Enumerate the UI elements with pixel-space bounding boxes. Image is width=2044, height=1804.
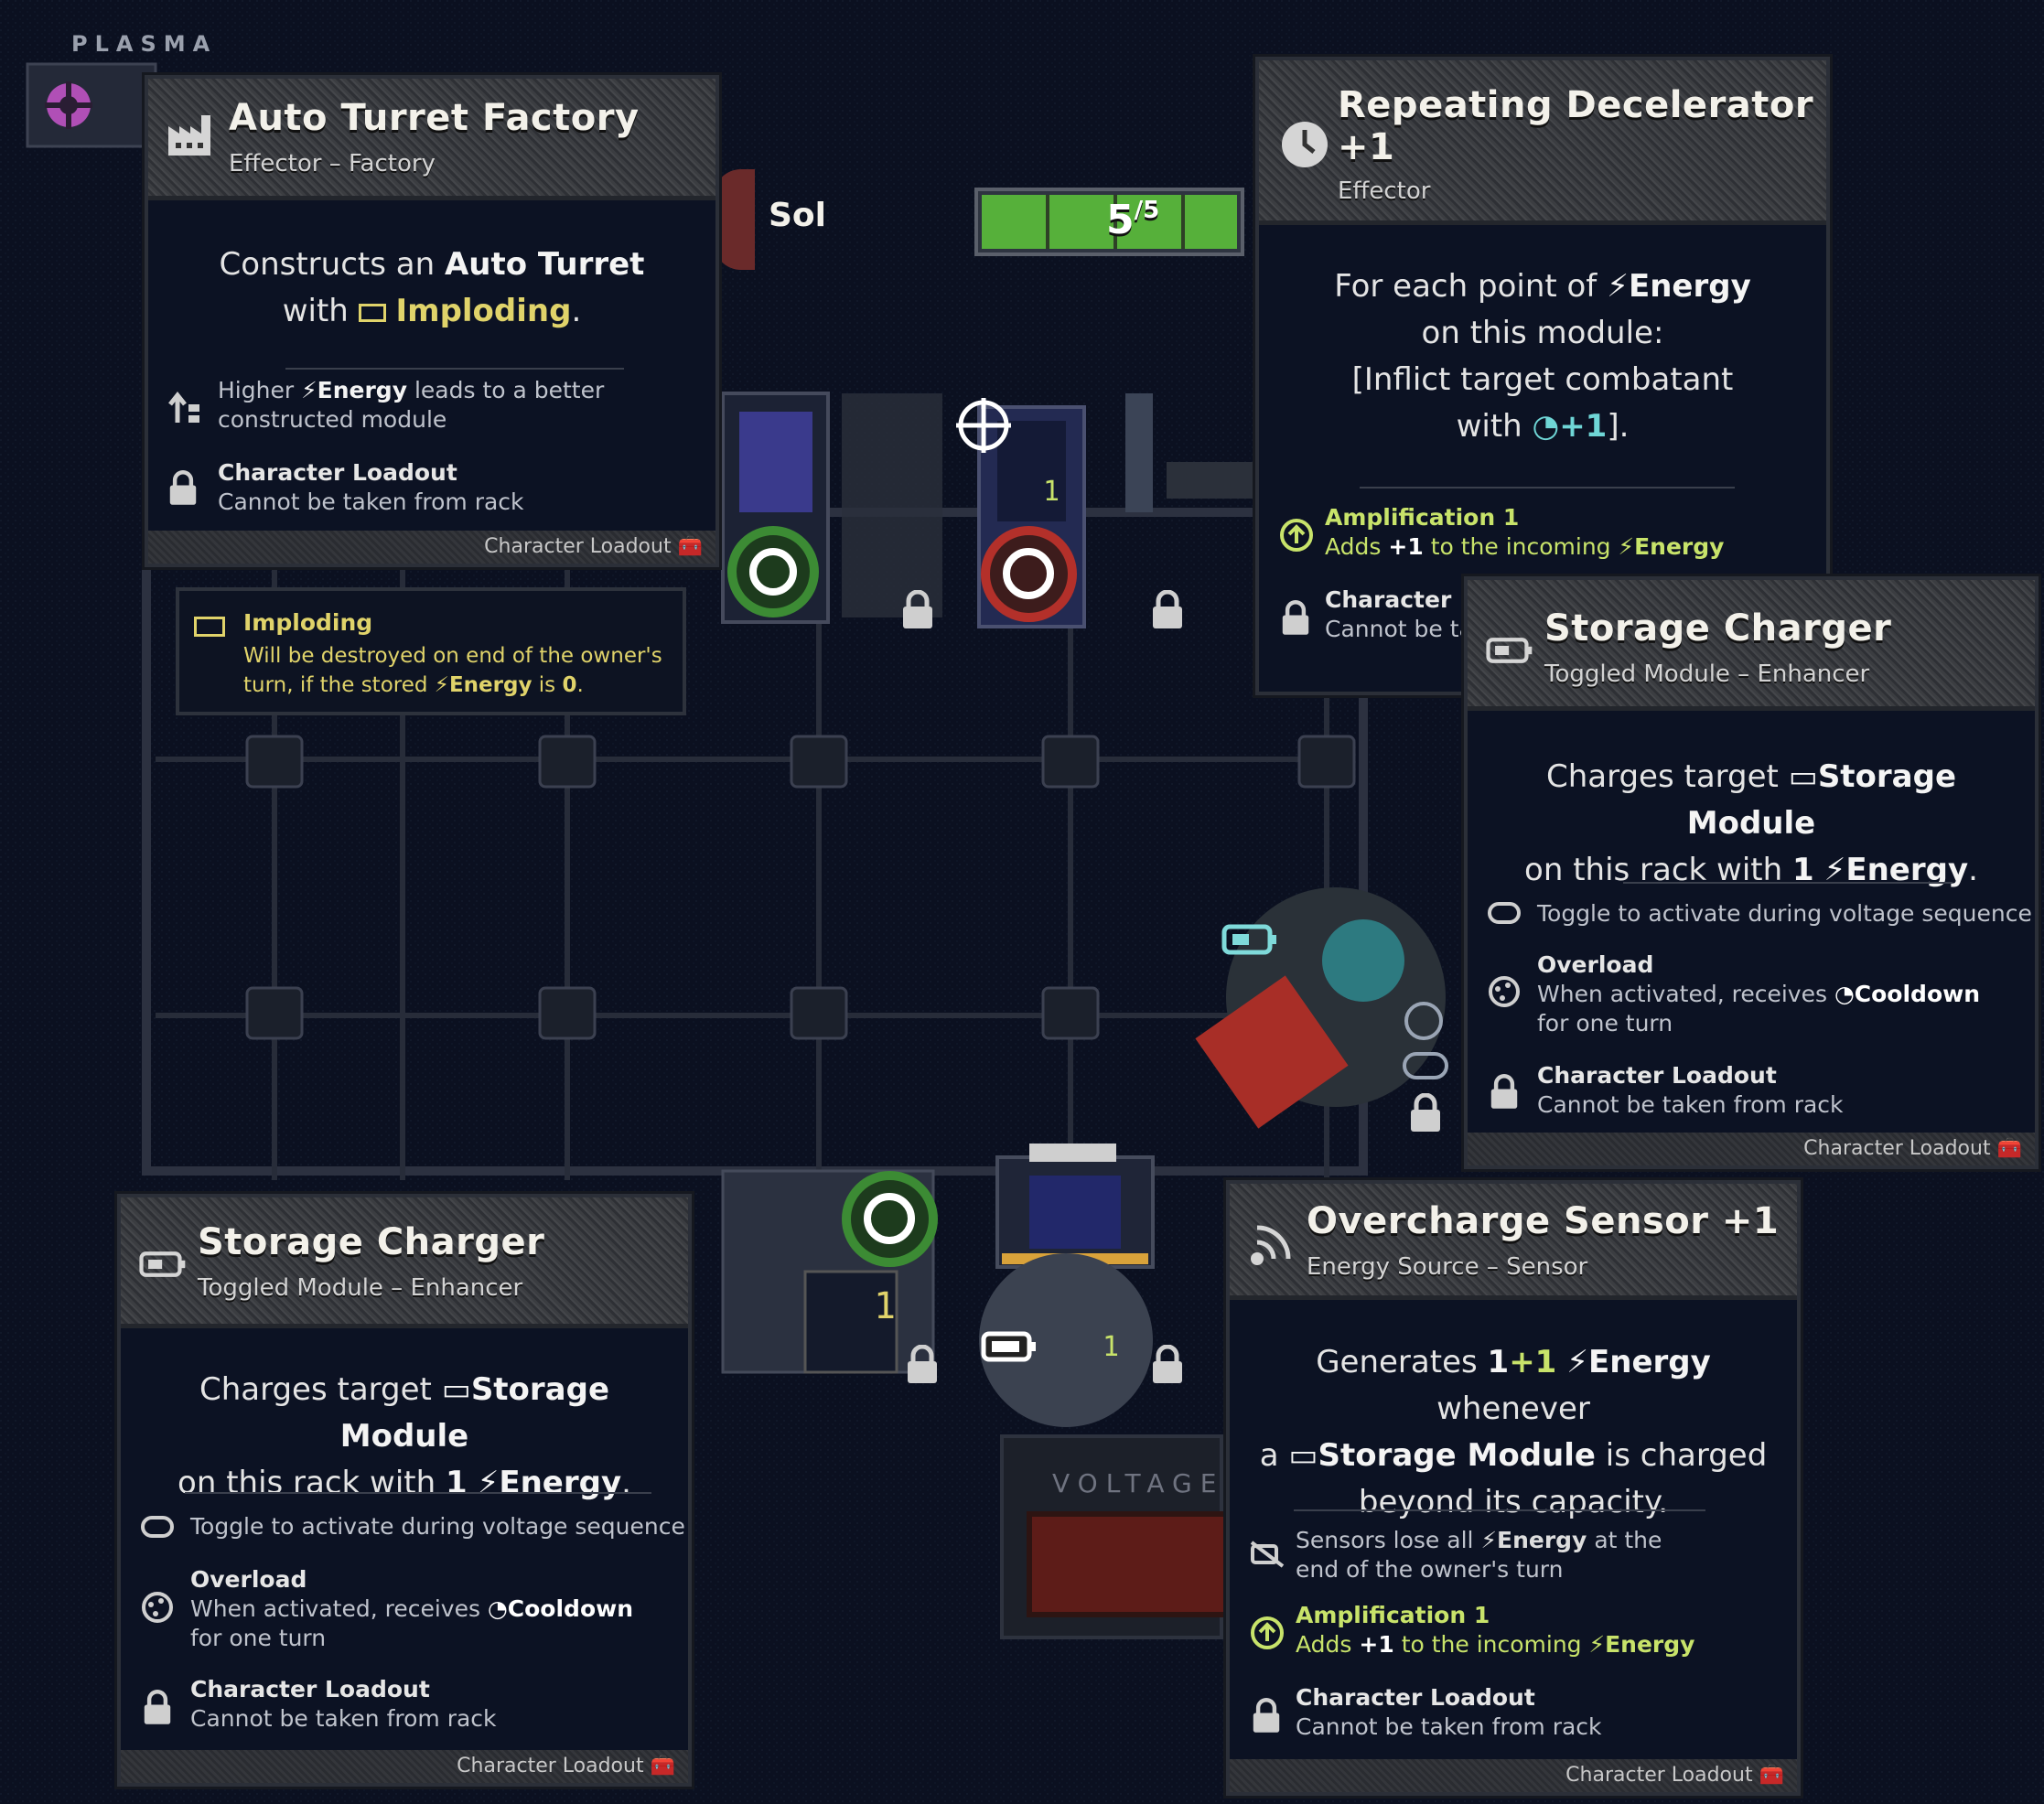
toolbox-icon: 🧰 [1996,1137,2022,1160]
energy-bar: 5/5 [974,188,1244,256]
lock-icon [906,1344,939,1389]
tooltip-text: Will be destroyed on end of the owner's … [243,644,662,697]
energy-scaling-note: Higher ⚡Energy leads to a better constru… [218,377,605,433]
module-counter: 1 [1103,1331,1120,1363]
energy-max: /5 [1134,197,1160,224]
loadout-note: Character Loadout Cannot be taken from r… [1537,1062,1844,1118]
card-subtitle: Toggled Module – Enhancer [198,1274,523,1302]
tooltip-title: Imploding [243,609,373,636]
overload-note: Overload When activated, receives ◔Coold… [1537,951,1981,1036]
loadout-note: Character Loadout Cannot be taken from r… [1296,1684,1602,1740]
target-crosshair-icon[interactable] [956,398,1011,453]
lock-icon [1281,600,1310,640]
module-counter: 1 [874,1285,897,1327]
card-storage-charger-right: Storage Charger Toggled Module – Enhance… [1464,576,2039,1169]
card-footer: Character Loadout 🧰 [121,1750,688,1783]
sensor-note: Sensors lose all ⚡Energy at the end of t… [1296,1527,1662,1583]
amplification-icon [1279,518,1314,556]
card-description: Charges target ▭Storage Module on this r… [178,1371,631,1501]
lock-icon [168,470,198,510]
lock-icon [1151,1344,1184,1389]
plasma-label: PLASMA [71,31,218,57]
card-description: Generates 1+1 ⚡Energy whenever a ▭Storag… [1259,1344,1768,1520]
signal-icon [1248,1220,1296,1272]
card-overcharge-sensor: Overcharge Sensor +1 Energy Source – Sen… [1226,1180,1801,1796]
toggle-note: Toggle to activate during voltage sequen… [1537,900,2032,927]
card-footer: Character Loadout 🧰 [1230,1759,1797,1792]
card-description: Constructs an Auto Turret with Imploding… [219,246,645,329]
toolbox-icon: 🧰 [650,1755,675,1777]
lock-icon [1409,1092,1442,1137]
card-description: Charges target ▭Storage Module on this r… [1524,758,1978,888]
energy-current: 5 [1106,197,1135,243]
amplification-note: Amplification 1 Adds +1 to the incoming … [1325,504,1725,560]
cooldown-icon [1488,975,1521,1012]
card-subtitle: Effector [1338,177,1431,205]
imploding-icon [358,303,386,322]
toggle-icon [1488,902,1521,924]
overload-note: Overload When activated, receives ◔Coold… [190,1566,634,1651]
card-title: Overcharge Sensor +1 [1307,1200,1780,1242]
card-subtitle: Effector – Factory [229,150,436,177]
card-footer: Character Loadout 🧰 [1468,1133,2035,1165]
imploding-icon [194,617,225,637]
cooldown-icon [141,1591,174,1627]
voltage-switch[interactable] [1048,1537,1212,1601]
card-storage-charger-left: Storage Charger Toggled Module – Enhance… [117,1194,692,1787]
toggle-icon[interactable] [1403,1052,1448,1079]
battery-icon [139,1251,187,1282]
card-title: Repeating Decelerator +1 [1338,84,1814,168]
toolbox-icon: 🧰 [677,535,703,558]
voltage-label: VOLTAGE [1052,1468,1225,1498]
upgrade-arrows-icon [168,391,201,428]
battery-icon [1486,637,1533,668]
toggle-note: Toggle to activate during voltage sequen… [190,1513,685,1540]
imploding-tooltip: Imploding Will be destroyed on end of th… [176,587,686,715]
lock-icon [1490,1074,1519,1114]
card-title: Storage Charger [198,1221,545,1263]
card-auto-turret-factory: Auto Turret Factory Effector – Factory C… [145,75,719,567]
factory-icon [167,113,214,161]
player-portrait[interactable] [714,169,755,270]
player-name: Sol [769,197,826,234]
module-socket-green[interactable] [842,1171,938,1267]
card-subtitle: Toggled Module – Enhancer [1544,660,1870,688]
lock-icon [901,589,934,634]
amplification-icon [1250,1616,1285,1654]
module-socket-green[interactable] [727,526,819,617]
module-socket-red[interactable] [981,526,1077,622]
module-counter: 1 [1043,476,1060,508]
battery-icon [981,1331,1038,1366]
lock-icon [1151,589,1184,634]
energy-count: 5/5 [1106,197,1159,243]
battery-icon [1221,924,1278,959]
loadout-note: Character Loadout Cannot be taken from r… [218,459,524,515]
plasma-icon[interactable] [41,78,96,133]
card-description: For each point of ⚡Energy on this module… [1334,268,1751,445]
toggle-icon [141,1516,174,1538]
lock-icon [1252,1698,1281,1738]
loadout-note: Character Loadout Cannot be taken from r… [190,1676,497,1732]
clock-icon [1279,119,1330,174]
cooldown-icon [1404,1002,1443,1040]
card-title: Auto Turret Factory [229,97,640,139]
toolbox-icon: 🧰 [1759,1764,1784,1787]
lock-icon [143,1690,172,1730]
card-title: Storage Charger [1544,607,1892,650]
card-subtitle: Energy Source – Sensor [1307,1253,1588,1281]
amplification-note: Amplification 1 Adds +1 to the incoming … [1296,1602,1695,1658]
no-signal-icon [1250,1541,1285,1572]
card-footer: Character Loadout 🧰 [148,531,715,564]
